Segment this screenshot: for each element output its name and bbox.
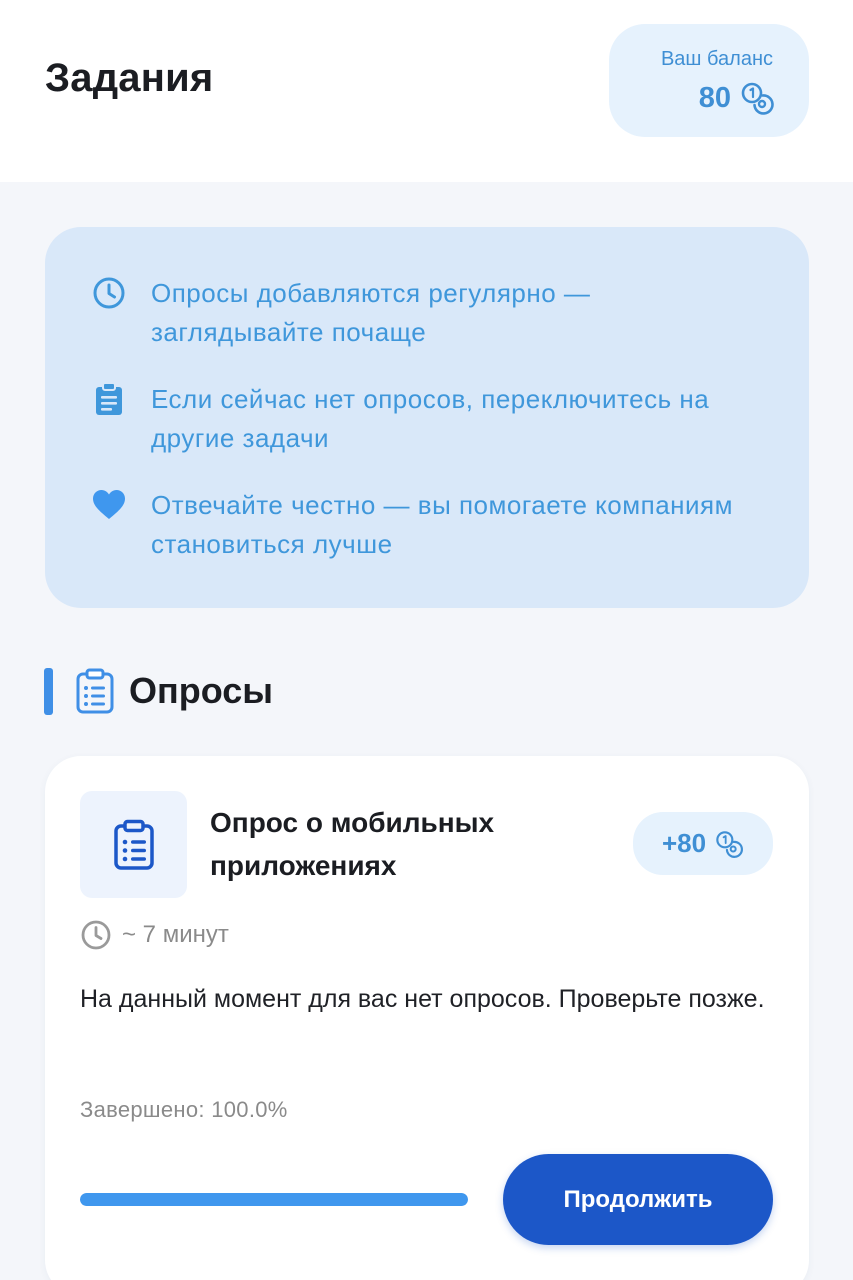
balance-value: 80 <box>698 81 731 114</box>
tip-regular-surveys: Опросы добавляются регулярно — заглядыва… <box>92 274 761 352</box>
section-header-surveys: Опросы <box>44 666 273 716</box>
survey-message: На данный момент для вас нет опросов. Пр… <box>80 985 765 1013</box>
info-box: Опросы добавляются регулярно — заглядыва… <box>45 227 809 608</box>
coins-icon <box>741 82 774 115</box>
section-title: Опросы <box>129 670 274 711</box>
progress-bar <box>80 1193 468 1206</box>
heart-icon <box>93 490 125 519</box>
tip-text: Отвечайте честно — вы помогаете компания… <box>151 490 734 559</box>
balance-label: Ваш баланс <box>660 48 773 70</box>
tip-switch-tasks: Если сейчас нет опросов, переключитесь н… <box>92 380 761 458</box>
page-title: Задания <box>45 56 214 100</box>
reward-amount: +80 <box>661 828 707 858</box>
survey-icon-tile <box>80 791 187 898</box>
clipboard-list-icon <box>113 819 154 870</box>
coins-icon <box>716 830 743 858</box>
clock-icon <box>93 277 125 309</box>
completion-status: Завершено: 100.0% <box>80 1097 288 1122</box>
survey-duration: ~ 7 минут <box>80 919 229 951</box>
tip-text: Если сейчас нет опросов, переключитесь н… <box>151 384 710 453</box>
continue-button[interactable]: Продолжить <box>503 1154 773 1245</box>
reward-badge: +80 <box>633 812 773 875</box>
tip-text: Опросы добавляются регулярно — заглядыва… <box>151 278 591 347</box>
balance-card[interactable]: Ваш баланс 80 <box>609 24 809 137</box>
clipboard-icon <box>96 382 122 415</box>
balance-value-row: 80 <box>699 80 775 116</box>
section-accent-bar <box>44 667 53 715</box>
clock-icon <box>81 920 111 950</box>
tip-honest-answers: Отвечайте честно — вы помогаете компания… <box>92 486 761 564</box>
header: Задания Ваш баланс 80 <box>0 0 853 182</box>
survey-title: Опрос о мобильных приложениях <box>210 807 495 881</box>
progress-fill <box>80 1193 468 1206</box>
survey-card[interactable]: Опрос о мобильных приложениях +80 ~ 7 ми… <box>45 756 809 1280</box>
clipboard-list-icon <box>76 668 114 714</box>
duration-text: ~ 7 минут <box>122 921 229 948</box>
